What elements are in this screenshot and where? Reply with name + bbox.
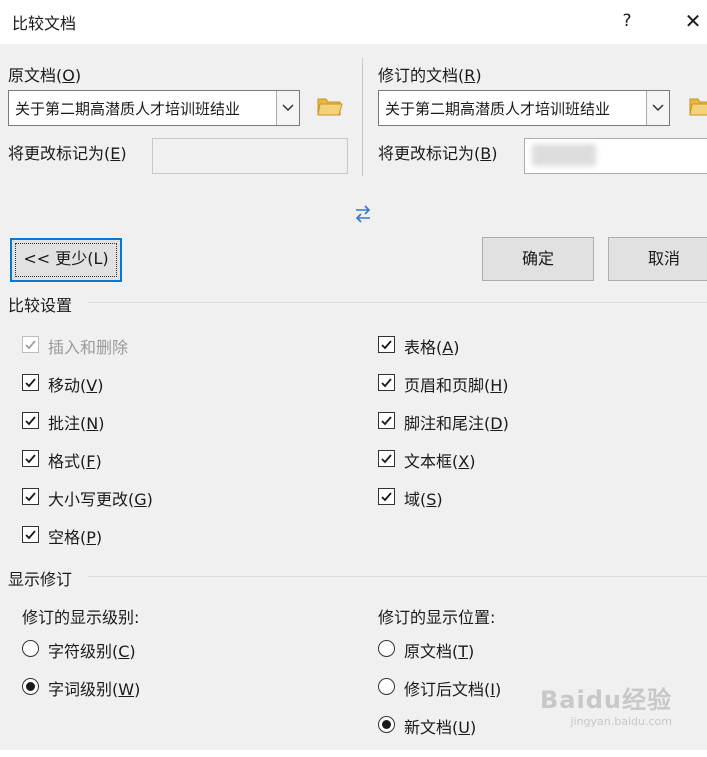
radio-label: 修订后文档(I)	[404, 680, 502, 699]
checkbox-label: 大小写更改(G)	[48, 490, 153, 509]
watermark-subtext: jingyan.baidu.com	[570, 715, 672, 728]
checkbox-label: 文本框(X)	[404, 452, 476, 471]
radio-selected-icon[interactable]	[22, 678, 39, 695]
show-changes-title: 显示修订	[8, 570, 73, 589]
watermark-text: Baidu经验	[540, 686, 672, 714]
checkbox-checked-icon[interactable]	[22, 374, 39, 391]
checkbox-label: 批注(N)	[48, 414, 105, 433]
less-button[interactable]: << 更少(L)	[10, 238, 122, 282]
browse-folder-icon[interactable]	[688, 94, 707, 122]
checkbox-checked-icon[interactable]	[22, 336, 39, 353]
checkbox-label: 页眉和页脚(H)	[404, 376, 509, 395]
show-position-title: 修订的显示位置:	[378, 608, 496, 627]
checkbox-comments[interactable]: 批注(N)	[22, 410, 342, 434]
checkbox-label: 域(S)	[404, 490, 443, 509]
original-doc-value: 关于第二期高潜质人才培训班结业	[15, 100, 241, 118]
original-doc-combobox[interactable]: 关于第二期高潜质人才培训班结业	[8, 90, 300, 126]
checkbox-checked-icon[interactable]	[378, 374, 395, 391]
checkbox-checked-icon[interactable]	[378, 336, 395, 353]
original-doc-label: 原文档(O)	[8, 66, 82, 85]
checkbox-label: 空格(P)	[48, 528, 103, 547]
cancel-button[interactable]: 取消	[608, 237, 707, 281]
show-level-title: 修订的显示级别:	[22, 608, 140, 627]
checkbox-label: 脚注和尾注(D)	[404, 414, 509, 433]
checkbox-checked-icon[interactable]	[378, 450, 395, 467]
revised-mark-label: 将更改标记为(B)	[378, 144, 498, 163]
checkbox-checked-icon[interactable]	[378, 412, 395, 429]
checkbox-footnotes-endnotes[interactable]: 脚注和尾注(D)	[378, 410, 678, 434]
radio-unselected-icon[interactable]	[378, 640, 395, 657]
revised-doc-label: 修订的文档(R)	[378, 66, 482, 85]
checkbox-moves[interactable]: 移动(V)	[22, 372, 342, 396]
checkbox-label: 插入和删除	[48, 338, 129, 357]
checkbox-case-changes[interactable]: 大小写更改(G)	[22, 486, 342, 510]
original-mark-label: 将更改标记为(E)	[8, 144, 127, 163]
radio-selected-icon[interactable]	[378, 716, 395, 733]
checkbox-label: 表格(A)	[404, 338, 460, 357]
baidu-watermark: Baidu经验 jingyan.baidu.com	[540, 680, 672, 728]
radio-original-document[interactable]: 原文档(T)	[378, 638, 678, 662]
bottom-edge	[0, 750, 707, 757]
compare-options-right: 表格(A) 页眉和页脚(H) 脚注和尾注(D) 文本框(X) 域(S)	[378, 334, 698, 524]
checkbox-fields[interactable]: 域(S)	[378, 486, 678, 510]
radio-label: 原文档(T)	[404, 642, 475, 661]
radio-word-level[interactable]: 字词级别(W)	[22, 676, 322, 700]
swap-documents-icon[interactable]	[353, 204, 373, 228]
checkbox-formatting[interactable]: 格式(F)	[22, 448, 342, 472]
checkbox-checked-icon[interactable]	[378, 488, 395, 505]
compare-options-left: 插入和删除 移动(V) 批注(N) 格式(F) 大小写更改(G) 空格(P)	[22, 334, 352, 554]
checkbox-textboxes[interactable]: 文本框(X)	[378, 448, 678, 472]
checkbox-checked-icon[interactable]	[22, 450, 39, 467]
checkbox-label: 格式(F)	[48, 452, 102, 471]
checkbox-insert-delete[interactable]: 插入和删除	[22, 334, 342, 358]
radio-label: 字词级别(W)	[48, 680, 141, 699]
title-bar	[0, 0, 707, 44]
checkbox-label: 移动(V)	[48, 376, 104, 395]
close-button[interactable]: ✕	[678, 6, 707, 36]
radio-label: 字符级别(C)	[48, 642, 136, 661]
radio-unselected-icon[interactable]	[378, 678, 395, 695]
group-divider	[88, 576, 707, 577]
group-divider	[88, 302, 707, 303]
checkbox-checked-icon[interactable]	[22, 526, 39, 543]
blurred-author-name	[532, 144, 596, 166]
checkbox-tables[interactable]: 表格(A)	[378, 334, 678, 358]
help-button[interactable]: ?	[612, 6, 642, 36]
browse-folder-icon[interactable]	[316, 94, 344, 122]
original-mark-field[interactable]	[152, 138, 348, 174]
compare-settings-title: 比较设置	[8, 296, 73, 315]
focus-rectangle	[15, 243, 117, 277]
radio-character-level[interactable]: 字符级别(C)	[22, 638, 322, 662]
dialog-title: 比较文档	[12, 14, 77, 33]
radio-label: 新文档(U)	[404, 718, 477, 737]
radio-unselected-icon[interactable]	[22, 640, 39, 657]
checkbox-checked-icon[interactable]	[22, 488, 39, 505]
checkbox-white-space[interactable]: 空格(P)	[22, 524, 342, 548]
vertical-divider	[362, 58, 363, 176]
show-level-options: 字符级别(C) 字词级别(W)	[22, 638, 342, 708]
dropdown-arrow-icon[interactable]	[646, 91, 669, 125]
checkbox-checked-icon[interactable]	[22, 412, 39, 429]
ok-button[interactable]: 确定	[482, 237, 594, 281]
revised-doc-value: 关于第二期高潜质人才培训班结业	[385, 100, 611, 118]
dropdown-arrow-icon[interactable]	[276, 91, 299, 125]
revised-doc-combobox[interactable]: 关于第二期高潜质人才培训班结业	[378, 90, 670, 126]
checkbox-headers-footers[interactable]: 页眉和页脚(H)	[378, 372, 678, 396]
